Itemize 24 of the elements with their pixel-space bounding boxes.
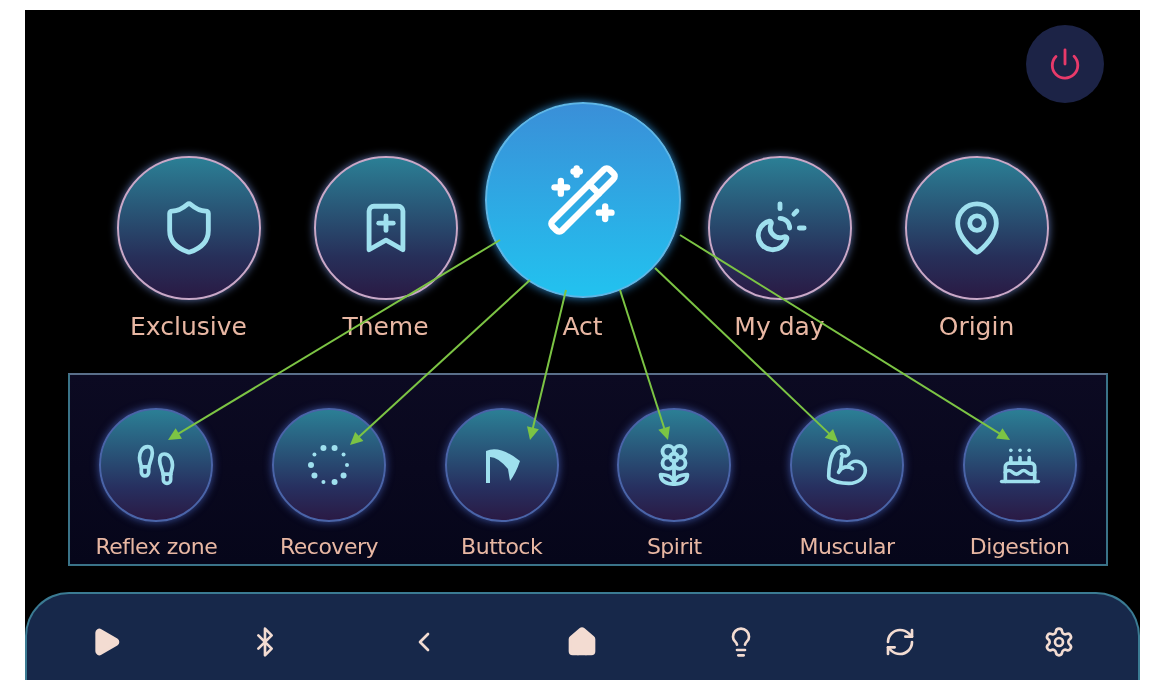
program-label: Digestion <box>969 534 1070 559</box>
program-label: Spirit <box>646 534 702 559</box>
program-label: Muscular <box>799 534 895 559</box>
program-label: Reflex zone <box>95 534 218 559</box>
mode-button[interactable] <box>904 156 1049 300</box>
program-label: Buttock <box>461 534 543 559</box>
program-button[interactable] <box>962 408 1077 522</box>
power-icon <box>1048 47 1082 81</box>
program-button[interactable] <box>617 408 732 522</box>
mode-label: Origin <box>938 312 1015 341</box>
program-label: Recovery <box>280 534 378 559</box>
mode-button[interactable] <box>484 102 681 298</box>
program-button[interactable] <box>272 408 386 522</box>
program-button[interactable] <box>790 408 904 522</box>
mode-button[interactable] <box>116 156 261 300</box>
mode-label: Exclusive <box>130 312 247 341</box>
program-button[interactable] <box>99 408 214 522</box>
dots-ring-icon <box>307 443 351 487</box>
mode-button[interactable] <box>707 156 852 300</box>
program-button[interactable] <box>444 408 559 522</box>
mode-button[interactable] <box>313 156 458 300</box>
mode-label: Act <box>562 312 603 341</box>
mode-label: My day <box>734 312 825 341</box>
biceps-icon <box>825 443 869 487</box>
